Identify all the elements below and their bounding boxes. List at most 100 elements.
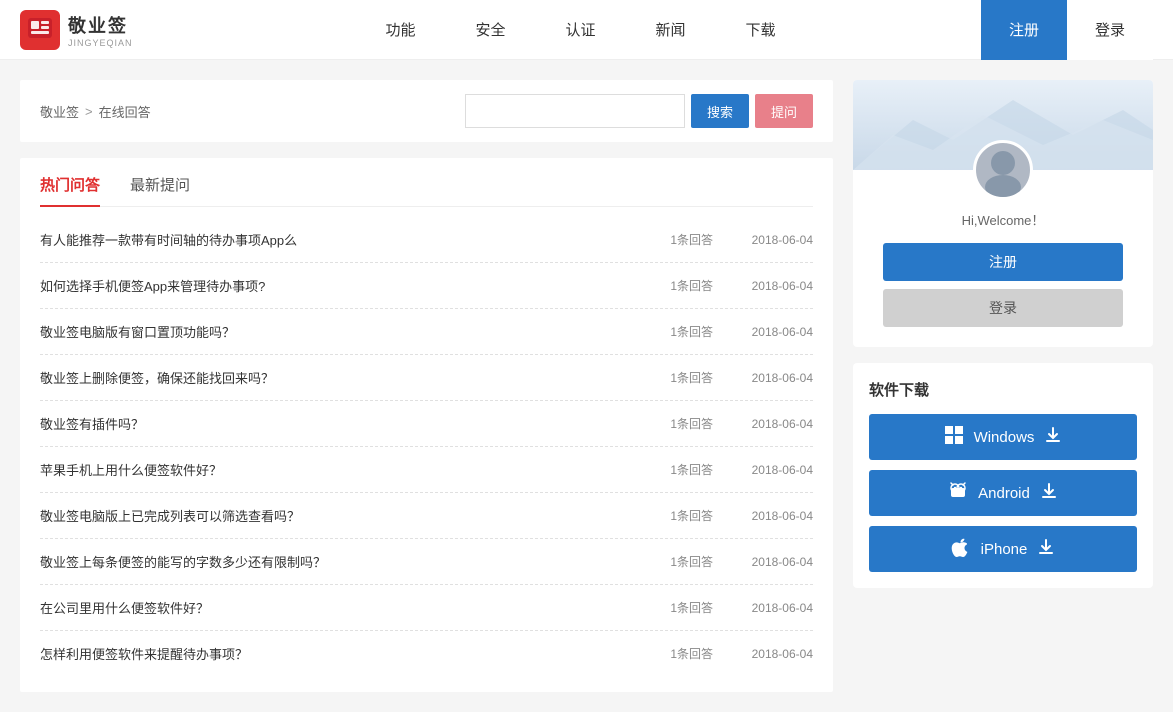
qa-date: 2018-06-04 (733, 417, 813, 431)
search-input[interactable] (465, 94, 685, 128)
tab-popular[interactable]: 热门问答 (40, 174, 100, 207)
download-buttons: Windows Android iPhone (869, 414, 1137, 572)
qa-date: 2018-06-04 (733, 555, 813, 569)
download-android-button[interactable]: Android (869, 470, 1137, 516)
download-label: Windows (974, 429, 1035, 446)
download-label: iPhone (981, 541, 1028, 558)
qa-date: 2018-06-04 (733, 601, 813, 615)
tabs: 热门问答 最新提问 (40, 174, 813, 207)
qa-item[interactable]: 如何选择手机便签App来管理待办事项? 1条回答 2018-06-04 (40, 263, 813, 309)
qa-item[interactable]: 苹果手机上用什么便签软件好？ 1条回答 2018-06-04 (40, 447, 813, 493)
ask-button[interactable]: 提问 (755, 94, 813, 128)
nav-link-auth[interactable]: 认证 (565, 15, 595, 44)
qa-date: 2018-06-04 (733, 647, 813, 661)
breadcrumb-separator: > (85, 104, 93, 119)
qa-count: 1条回答 (670, 231, 713, 248)
nav-link-download[interactable]: 下载 (746, 15, 776, 44)
qa-count: 1条回答 (670, 369, 713, 386)
qa-date: 2018-06-04 (733, 325, 813, 339)
download-platform-icon (948, 481, 968, 506)
download-title: 软件下载 (869, 379, 1137, 400)
qa-count: 1条回答 (670, 415, 713, 432)
logo-text: 敬业签 JINGYEQIAN (68, 12, 133, 48)
avatar (973, 140, 1033, 200)
download-platform-icon (944, 425, 964, 450)
nav-link-security[interactable]: 安全 (475, 15, 505, 44)
qa-meta: 1条回答 2018-06-04 (633, 461, 813, 478)
qa-title: 在公司里用什么便签软件好？ (40, 598, 633, 617)
search-button[interactable]: 搜索 (691, 94, 749, 128)
logo-area: 敬业签 JINGYEQIAN (20, 10, 180, 50)
user-card-register-button[interactable]: 注册 (883, 243, 1123, 281)
qa-title: 如何选择手机便签App来管理待办事项? (40, 276, 633, 295)
qa-date: 2018-06-04 (733, 279, 813, 293)
qa-item[interactable]: 在公司里用什么便签软件好？ 1条回答 2018-06-04 (40, 585, 813, 631)
download-arrow-icon (1044, 426, 1062, 449)
breadcrumb: 敬业签 > 在线回答 (40, 102, 151, 121)
qa-item[interactable]: 有人能推荐一款带有时间轴的待办事项App么 1条回答 2018-06-04 (40, 217, 813, 263)
qa-title: 敬业签有插件吗？ (40, 414, 633, 433)
qa-title: 敬业签电脑版有窗口置顶功能吗？ (40, 322, 633, 341)
download-iphone-button[interactable]: iPhone (869, 526, 1137, 572)
download-arrow-icon (1037, 538, 1055, 561)
qa-title: 敬业签上删除便签，确保还能找回来吗？ (40, 368, 633, 387)
qa-item[interactable]: 敬业签有插件吗？ 1条回答 2018-06-04 (40, 401, 813, 447)
qa-meta: 1条回答 2018-06-04 (633, 277, 813, 294)
qa-title: 苹果手机上用什么便签软件好？ (40, 460, 633, 479)
nav-links: 功能 安全 认证 新闻 下载 (180, 15, 981, 44)
qa-title: 怎样利用便签软件来提醒待办事项？ (40, 644, 633, 663)
qa-count: 1条回答 (670, 461, 713, 478)
download-windows-button[interactable]: Windows (869, 414, 1137, 460)
qa-meta: 1条回答 2018-06-04 (633, 507, 813, 524)
download-arrow-icon (1040, 482, 1058, 505)
download-label: Android (978, 485, 1030, 502)
qa-item[interactable]: 敬业签电脑版有窗口置顶功能吗？ 1条回答 2018-06-04 (40, 309, 813, 355)
qa-meta: 1条回答 2018-06-04 (633, 369, 813, 386)
qa-count: 1条回答 (670, 277, 713, 294)
main-wrapper: 敬业签 > 在线回答 搜索 提问 热门问答 最新提问 有人能推荐一款带有时间轴的… (0, 60, 1173, 712)
qa-item[interactable]: 敬业签上每条便签的能写的字数多少还有限制吗？ 1条回答 2018-06-04 (40, 539, 813, 585)
qa-meta: 1条回答 2018-06-04 (633, 415, 813, 432)
download-section: 软件下载 Windows Android iPhone (853, 363, 1153, 588)
qa-meta: 1条回答 2018-06-04 (633, 645, 813, 662)
qa-item[interactable]: 怎样利用便签软件来提醒待办事项？ 1条回答 2018-06-04 (40, 631, 813, 676)
navbar: 敬业签 JINGYEQIAN 功能 安全 认证 新闻 下载 注册 登录 (0, 0, 1173, 60)
logo-icon (20, 10, 60, 50)
right-panel: Hi,Welcome！ 注册 登录 软件下载 Windows Android i… (853, 80, 1153, 692)
left-panel: 敬业签 > 在线回答 搜索 提问 热门问答 最新提问 有人能推荐一款带有时间轴的… (20, 80, 833, 692)
nav-register-button[interactable]: 注册 (981, 0, 1067, 60)
breadcrumb-current: 在线回答 (99, 102, 151, 121)
qa-date: 2018-06-04 (733, 463, 813, 477)
qa-count: 1条回答 (670, 507, 713, 524)
breadcrumb-home[interactable]: 敬业签 (40, 102, 79, 121)
qa-count: 1条回答 (670, 599, 713, 616)
qa-panel: 热门问答 最新提问 有人能推荐一款带有时间轴的待办事项App么 1条回答 201… (20, 158, 833, 692)
tab-latest[interactable]: 最新提问 (130, 174, 190, 207)
user-card-login-button[interactable]: 登录 (883, 289, 1123, 327)
nav-login-button[interactable]: 登录 (1067, 0, 1153, 60)
qa-meta: 1条回答 2018-06-04 (633, 553, 813, 570)
nav-actions: 注册 登录 (981, 0, 1153, 60)
qa-count: 1条回答 (670, 553, 713, 570)
nav-link-features[interactable]: 功能 (385, 15, 415, 44)
qa-title: 敬业签上每条便签的能写的字数多少还有限制吗？ (40, 552, 633, 571)
qa-date: 2018-06-04 (733, 233, 813, 247)
qa-count: 1条回答 (670, 645, 713, 662)
qa-title: 敬业签电脑版上已完成列表可以筛选查看吗？ (40, 506, 633, 525)
qa-meta: 1条回答 2018-06-04 (633, 599, 813, 616)
nav-link-news[interactable]: 新闻 (655, 15, 685, 44)
qa-item[interactable]: 敬业签上删除便签，确保还能找回来吗？ 1条回答 2018-06-04 (40, 355, 813, 401)
logo-sub: JINGYEQIAN (68, 38, 133, 48)
qa-meta: 1条回答 2018-06-04 (633, 231, 813, 248)
qa-date: 2018-06-04 (733, 371, 813, 385)
qa-list: 有人能推荐一款带有时间轴的待办事项App么 1条回答 2018-06-04 如何… (40, 217, 813, 676)
user-card: Hi,Welcome！ 注册 登录 (853, 80, 1153, 347)
qa-title: 有人能推荐一款带有时间轴的待办事项App么 (40, 230, 633, 249)
qa-count: 1条回答 (670, 323, 713, 340)
qa-item[interactable]: 敬业签电脑版上已完成列表可以筛选查看吗？ 1条回答 2018-06-04 (40, 493, 813, 539)
qa-meta: 1条回答 2018-06-04 (633, 323, 813, 340)
qa-date: 2018-06-04 (733, 509, 813, 523)
top-bar: 敬业签 > 在线回答 搜索 提问 (20, 80, 833, 142)
logo-title: 敬业签 (68, 12, 133, 38)
search-area: 搜索 提问 (465, 94, 813, 128)
